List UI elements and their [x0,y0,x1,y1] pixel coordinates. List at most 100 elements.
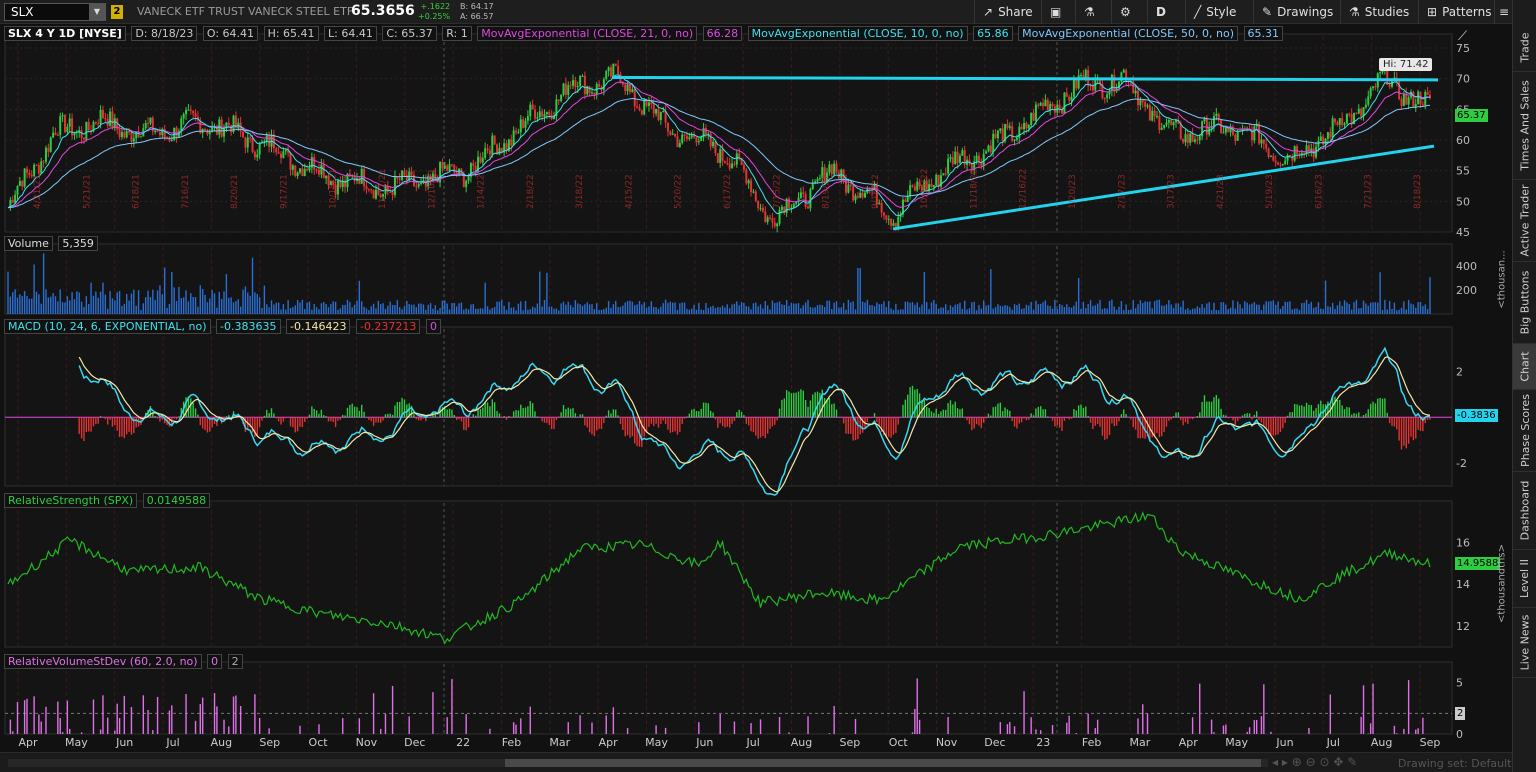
tab-level-ii[interactable]: Level II [1513,550,1536,608]
volume-bar [615,300,617,314]
macd-hist-bar [417,417,420,421]
ema50-label[interactable]: MovAvgExponential (CLOSE, 50, 0, no) [1018,26,1239,41]
chevron-down-icon[interactable]: ▼ [89,4,105,20]
zoom-out-icon[interactable]: ⊖ [1306,755,1316,769]
draw-icon[interactable]: ✎ [1347,755,1357,769]
macd-hist-bar [380,417,382,423]
macd-hist-bar [624,417,626,437]
volume-label[interactable]: Volume [4,236,53,251]
tab-active-trader[interactable]: Active Trader [1513,180,1536,262]
scrollbar-thumb[interactable] [505,759,1261,767]
volume-bar [1172,307,1175,314]
volume-bar [1265,301,1267,314]
macd-hist-bar [1075,410,1077,418]
drawing-set-label[interactable]: Drawing set: Default [1398,757,1511,770]
chart-area[interactable]: 757065605550454/21/215/21/216/18/217/16/… [0,24,1512,752]
pan-icon[interactable]: ✥ [1333,755,1343,769]
zoom-controls[interactable]: ◂ ▸ ⊕ ⊖ ⊙ ✥ ✎ [1272,755,1357,769]
volume-bar [1068,306,1070,314]
tab-phase-scores[interactable]: Phase Scores [1513,390,1536,472]
studies-lab-button[interactable]: ⚗ [1075,0,1111,24]
style-button[interactable]: ╱ Style [1185,0,1244,24]
time-scrollbar[interactable]: ◂ ▸ ⊕ ⊖ ⊙ ✥ ✎ Drawing set: Default [0,752,1512,772]
volume-bar [1149,301,1151,314]
patterns-button[interactable]: ⊞ Patterns [1418,0,1500,24]
volume-bar [1051,308,1054,314]
macd-hist-bar [1134,417,1137,430]
snapshot-button[interactable]: ▣ [1041,0,1075,24]
macd-hist-bar [873,413,876,418]
candle-body [486,148,489,151]
scroll-left-icon[interactable]: ◂ [1272,755,1278,769]
macd-hist-bar [116,417,118,431]
volume-bar [676,309,679,314]
volume-bar [688,309,691,314]
volume-bar [584,304,586,314]
tab-times-and-sales[interactable]: Times And Sales [1513,72,1536,180]
macd-hist-bar [804,399,807,418]
candle-body [479,156,482,163]
macd-hist-bar [1070,417,1073,419]
macd-hist-bar [940,411,942,418]
volume-bar [261,308,263,314]
volume-bar [1020,308,1023,314]
candle-body [1272,155,1275,161]
settings-button[interactable]: ⚙ [1111,0,1147,24]
macd-hist-bar [1365,413,1367,418]
volume-bar [123,303,126,314]
period-button[interactable]: D [1147,0,1185,24]
volume-bar [33,264,35,314]
tab-big-buttons[interactable]: Big Buttons [1513,262,1536,344]
menu-button[interactable]: ≡ [1494,0,1512,24]
rvsd-bar [807,716,809,734]
macd-hist-bar [1303,406,1305,418]
volume-bar [356,300,358,314]
rvsd-tick-label: 0 [1456,728,1463,741]
candle-body [1196,139,1199,141]
volume-bar [342,304,344,314]
volume-bar [1070,307,1073,314]
symbol-input[interactable]: SLX ▼ [4,3,106,21]
tab-dashboard[interactable]: Dashboard [1513,472,1536,550]
volume-bar [1156,299,1158,314]
volume-bar [1066,304,1068,314]
chart-canvas[interactable]: 757065605550454/21/215/21/216/18/217/16/… [0,24,1512,752]
ema21-label[interactable]: MovAvgExponential (CLOSE, 21, 0, no) [477,26,698,41]
rs-label[interactable]: RelativeStrength (SPX) [4,493,138,508]
volume-bar [444,300,446,314]
drawings-button[interactable]: ✎ Drawings [1253,0,1341,24]
rvsd-bar [1369,723,1372,734]
date-label: 9/17/21 [279,174,289,209]
scroll-right-icon[interactable]: ▸ [1282,755,1288,769]
volume-bar [1312,307,1315,314]
share-button[interactable]: ↗ Share [974,0,1041,24]
tab-trade[interactable]: Trade [1513,24,1536,72]
candle-body [985,151,988,154]
macd-hist-bar [607,410,610,418]
volume-bar [581,305,584,314]
macd-hist-bar [330,417,332,422]
volume-bar [1077,278,1080,314]
tab-chart[interactable]: Chart [1513,344,1536,390]
macd-hist-bar [831,404,833,418]
tab-live-news[interactable]: Live News [1513,608,1536,678]
candle-body [1338,118,1341,125]
macd-hist-bar [1123,409,1125,418]
studies-button[interactable]: ⚗ Studies [1340,0,1417,24]
rvsd-label[interactable]: RelativeVolumeStDev (60, 2.0, no) [4,654,202,669]
macd-hist-bar [541,417,543,422]
volume-bar [501,299,503,314]
candle-body [85,121,88,140]
candle-body [1155,115,1158,117]
rvsd-bar [358,718,361,734]
macd-label[interactable]: MACD (10, 24, 6, EXPONENTIAL, no) [4,319,211,334]
macd-hist-bar [657,417,660,428]
macd-hist-bar [1260,417,1263,423]
link-group-badge[interactable]: 2 [111,5,123,19]
date-label: 2/18/22 [526,174,536,209]
ema21-value: 66.28 [702,26,743,41]
zoom-in-icon[interactable]: ⊕ [1292,755,1302,769]
zoom-reset-icon[interactable]: ⊙ [1320,755,1330,769]
volume-bar [1137,304,1139,314]
ema10-label[interactable]: MovAvgExponential (CLOSE, 10, 0, no) [747,26,968,41]
